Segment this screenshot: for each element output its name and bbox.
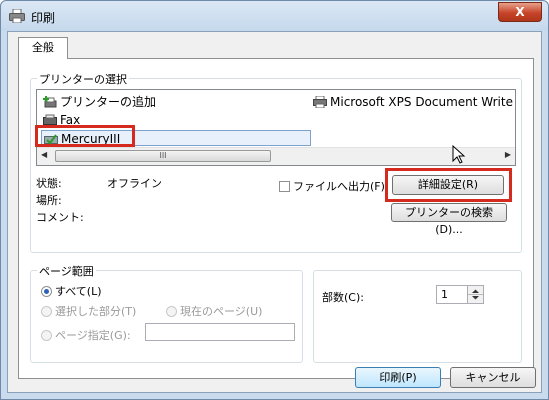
- radio-pages[interactable]: ページ指定(G):: [41, 327, 131, 343]
- radio-current-page-indicator[interactable]: [166, 306, 177, 317]
- radio-all-label: すべて(L): [55, 285, 102, 298]
- mouse-cursor-icon: [452, 145, 466, 164]
- scroll-left-arrow[interactable]: ◀: [41, 150, 47, 159]
- radio-selection-label: 選択した部分(T): [55, 305, 137, 318]
- printer-selection-group: プリンターの選択 プリンターの追加 Microsoft XPS Document…: [30, 71, 522, 253]
- status-value: オフライン: [107, 177, 162, 190]
- copies-spinner[interactable]: [467, 286, 483, 303]
- copies-value: 1: [441, 288, 448, 301]
- add-printer-icon: [43, 96, 57, 108]
- page-range-group: ページ範囲 すべて(L) 選択した部分(T) 現在のページ(U) ページ指定(G…: [30, 263, 303, 363]
- comment-label: コメント:: [36, 211, 84, 224]
- print-dialog-window: 印刷 X 全般 プリンターの選択 プリンターの追加 Microsoft XPS …: [0, 0, 549, 400]
- page-range-title: ページ範囲: [37, 263, 96, 279]
- default-printer-check-icon: [44, 133, 58, 145]
- radio-pages-label: ページ指定(G):: [55, 329, 131, 342]
- radio-selection-indicator[interactable]: [41, 306, 52, 317]
- radio-all-indicator[interactable]: [41, 286, 52, 297]
- radio-current-page-label: 現在のページ(U): [180, 305, 263, 318]
- printer-list[interactable]: プリンターの追加 Microsoft XPS Document Write Fa…: [36, 89, 516, 166]
- list-item-add-printer[interactable]: プリンターの追加: [43, 94, 156, 110]
- scroll-thumb-grip: III: [159, 151, 167, 160]
- copies-group: 部数(C): 1: [313, 270, 522, 363]
- printer-icon: [9, 8, 25, 24]
- radio-pages-indicator[interactable]: [41, 330, 52, 341]
- preferences-button[interactable]: 詳細設定(R): [392, 175, 504, 195]
- print-to-file-label: ファイルへ出力(F): [293, 180, 385, 193]
- radio-selection[interactable]: 選択した部分(T): [41, 303, 136, 319]
- scroll-right-arrow[interactable]: ▶: [505, 150, 511, 159]
- status-label: 状態:: [36, 177, 62, 190]
- printer-icon: [313, 95, 327, 109]
- print-to-file-option[interactable]: ファイルへ出力(F): [279, 178, 385, 194]
- list-item-xps-writer[interactable]: Microsoft XPS Document Write: [313, 94, 513, 110]
- radio-all[interactable]: すべて(L): [41, 283, 102, 299]
- cancel-button[interactable]: キャンセル: [450, 367, 536, 388]
- tab-panel-general: プリンターの選択 プリンターの追加 Microsoft XPS Document…: [18, 58, 534, 379]
- printer-list-scrollbar[interactable]: ◀ III ▶: [37, 147, 515, 165]
- tab-general[interactable]: 全般: [18, 37, 68, 59]
- print-to-file-checkbox[interactable]: [279, 181, 290, 192]
- print-button[interactable]: 印刷(P): [355, 367, 441, 388]
- xps-writer-label: Microsoft XPS Document Write: [330, 95, 513, 109]
- mercury-label: MercuryIII: [61, 132, 121, 146]
- copies-input[interactable]: 1: [436, 285, 484, 304]
- copies-label: 部数(C):: [322, 291, 364, 304]
- scroll-thumb[interactable]: III: [55, 150, 271, 162]
- fax-icon: [43, 114, 57, 126]
- add-printer-label: プリンターの追加: [60, 95, 157, 109]
- radio-current-page[interactable]: 現在のページ(U): [166, 303, 262, 319]
- dialog-client-area: 全般 プリンターの選択 プリンターの追加 Microsoft XPS Docum…: [7, 31, 542, 393]
- pages-input[interactable]: [145, 323, 295, 341]
- window-title: 印刷: [31, 11, 56, 25]
- title-bar[interactable]: 印刷 X: [1, 1, 548, 31]
- close-button[interactable]: X: [498, 2, 542, 22]
- location-label: 場所:: [36, 194, 62, 207]
- fax-label: Fax: [60, 113, 81, 127]
- list-item-fax[interactable]: Fax: [43, 112, 80, 128]
- list-item-mercury[interactable]: MercuryIII: [41, 130, 311, 146]
- printer-selection-title: プリンターの選択: [37, 71, 129, 87]
- find-printer-button[interactable]: プリンターの検索(D)...: [391, 203, 507, 236]
